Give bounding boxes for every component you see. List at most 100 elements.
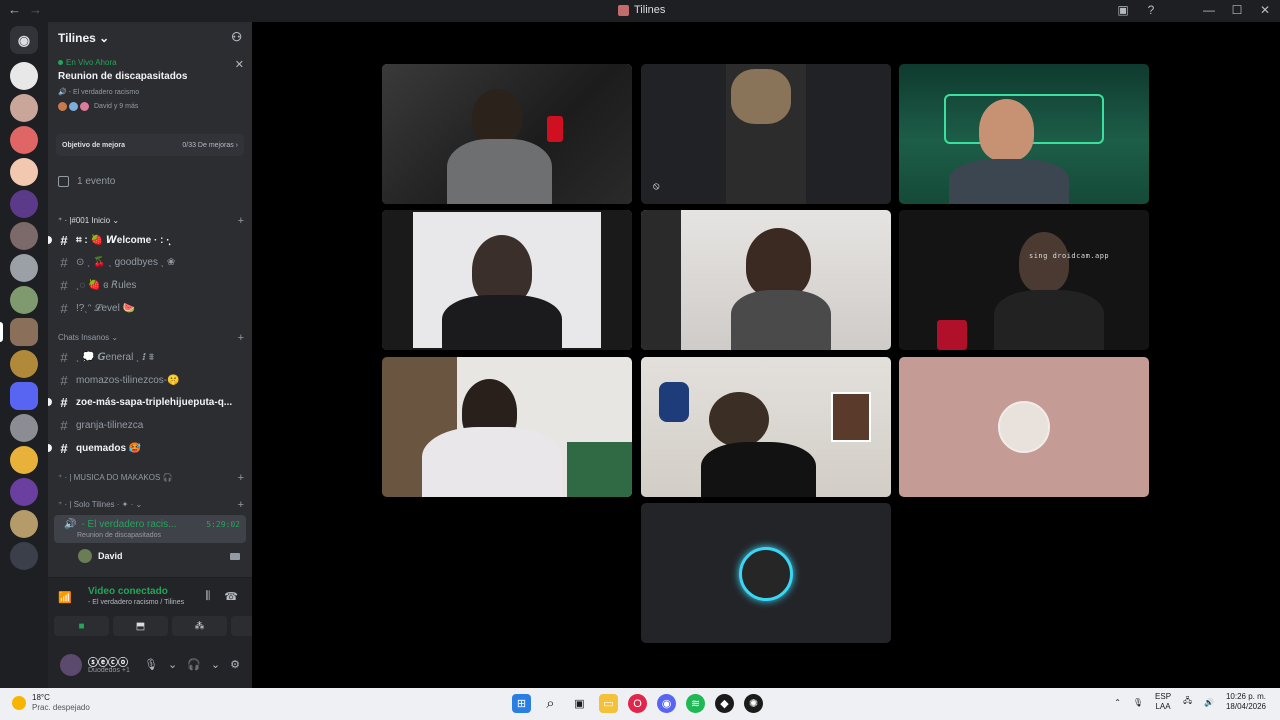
channel-rules[interactable]: # ˎ◌ 🍓 ɞ 𝘙ules	[58, 275, 244, 295]
maximize-button[interactable]: ☐	[1230, 3, 1244, 17]
hash-icon: #	[60, 417, 68, 433]
clock[interactable]: 10:26 p. m. 18/04/2026	[1226, 692, 1266, 712]
video-tile[interactable]	[382, 210, 632, 350]
mic-icon[interactable]: 🎙	[144, 658, 158, 671]
video-tile[interactable]: ⦸	[641, 64, 891, 204]
video-tile[interactable]	[382, 357, 632, 497]
opera-icon[interactable]: O	[628, 694, 647, 713]
server-icon[interactable]	[10, 222, 38, 250]
chevron-down-icon[interactable]: ⌄	[211, 658, 220, 671]
chevron-up-icon[interactable]: ⌃	[1114, 698, 1121, 707]
weather-icon	[12, 696, 26, 710]
headphones-icon[interactable]: 🎧	[187, 658, 201, 671]
app-icon[interactable]: ✺	[744, 694, 763, 713]
voice-event-label: Reunion de discapasitados	[77, 532, 162, 539]
add-channel-icon[interactable]: +	[238, 499, 244, 511]
channel-level[interactable]: # !?ˎᵔ 𝓛evel 🍉	[58, 298, 244, 318]
channel-quemados[interactable]: # quemados 🥵	[48, 438, 244, 458]
server-icon[interactable]	[10, 94, 38, 122]
chevron-down-icon[interactable]: ⌄	[168, 658, 177, 671]
hash-icon: #	[60, 372, 68, 388]
channel-goodbyes[interactable]: # ⊙ ˎ 🍒 ˎ goodbyes ˎ ❀	[58, 252, 244, 272]
mic-icon[interactable]: 🎙	[1133, 698, 1143, 707]
video-tile-avatar[interactable]	[899, 357, 1149, 497]
screen-share-button[interactable]: ⬒	[113, 616, 168, 636]
server-icon[interactable]	[10, 382, 38, 410]
server-icon[interactable]	[10, 542, 38, 570]
back-arrow-icon[interactable]: ←	[8, 2, 21, 17]
channel-granja[interactable]: # granja-tilinezca	[58, 415, 244, 435]
category-solo[interactable]: ⁺ · | Solo Tilines · ✦ · ⌄ +	[58, 499, 244, 511]
inbox-icon[interactable]: ▣	[1116, 3, 1130, 17]
minimize-button[interactable]: —	[1202, 3, 1216, 17]
call-timer: 5:29:02	[206, 520, 240, 529]
category-inicio[interactable]: ⁺ · |#001 Inicio ⌄ +	[58, 215, 244, 227]
server-icon[interactable]	[10, 254, 38, 282]
video-tile[interactable]	[641, 210, 891, 350]
activities-button[interactable]: ⁂	[172, 616, 227, 636]
category-musica[interactable]: ⁺ · | MUSICA DO MAKAKOS 🎧 +	[58, 472, 244, 484]
network-icon[interactable]: 🖧	[1183, 695, 1192, 709]
channel-zoe[interactable]: # zoe-más-sapa-triplehijueputa-q...	[48, 392, 244, 412]
file-explorer-icon[interactable]: ▭	[599, 694, 618, 713]
soundboard-button[interactable]: ✺	[231, 616, 252, 636]
add-channel-icon[interactable]: +	[238, 472, 244, 484]
voice-user[interactable]: David	[78, 549, 240, 563]
server-icon[interactable]	[10, 62, 38, 90]
connection-status[interactable]: Video conectado	[88, 586, 168, 597]
discord-icon[interactable]: ◉	[10, 26, 38, 54]
server-header[interactable]: Tilines ⌄ ⚇	[48, 22, 252, 54]
gear-icon[interactable]: ⚙	[230, 658, 240, 671]
weather-widget[interactable]: 18°C Prac. despejado	[12, 693, 90, 713]
server-icon[interactable]	[10, 318, 38, 346]
event-channel: 🔊 - El verdadero racismo	[58, 89, 140, 96]
boost-goal[interactable]: Objetivo de mejora 0/33 De mejoras ›	[56, 134, 244, 156]
language-indicator[interactable]: ESP LAA	[1155, 692, 1171, 712]
video-tile-avatar[interactable]	[641, 503, 891, 643]
camera-icon: ■	[78, 620, 85, 632]
signal-icon[interactable]: 📶	[58, 591, 72, 604]
volume-icon[interactable]: 🔊	[1204, 698, 1214, 707]
server-icon[interactable]	[10, 350, 38, 378]
hangup-icon[interactable]: ☎	[224, 590, 238, 603]
server-icon[interactable]	[10, 414, 38, 442]
camera-button[interactable]: ■	[54, 616, 109, 636]
channel-momazos[interactable]: # momazos-tilinezcos-🤫	[58, 370, 244, 390]
spotify-icon[interactable]: ≋	[686, 694, 705, 713]
search-icon[interactable]: ⌕	[541, 694, 560, 713]
server-icon[interactable]	[10, 478, 38, 506]
discord-icon[interactable]: ◉	[657, 694, 676, 713]
video-tile[interactable]	[899, 64, 1149, 204]
close-button[interactable]: ✕	[1258, 3, 1272, 17]
add-channel-icon[interactable]: +	[238, 215, 244, 227]
category-chats[interactable]: Chats Insanos ⌄ +	[58, 332, 244, 344]
add-member-icon[interactable]: ⚇	[231, 30, 242, 44]
close-icon[interactable]: ✕	[235, 58, 244, 71]
video-tile[interactable]: sing droidcam.app	[899, 210, 1149, 350]
noise-suppression-icon[interactable]: ⫼	[205, 590, 210, 603]
voice-channel-active[interactable]: 🔊 - El verdadero racis... 5:29:02 Reunion…	[54, 515, 246, 543]
server-icon[interactable]	[10, 510, 38, 538]
windows-start-icon[interactable]: ⊞	[512, 694, 531, 713]
server-icon[interactable]	[10, 126, 38, 154]
server-icon	[618, 4, 629, 16]
window-titlebar: ← → Tilines ▣ ? — ☐ ✕	[0, 0, 1280, 22]
app-icon[interactable]: ◆	[715, 694, 734, 713]
channel-general[interactable]: # ˎ 💭 𝙂eneral ˎ ⁝ ⩩	[58, 347, 244, 367]
server-icon[interactable]	[10, 286, 38, 314]
task-view-icon[interactable]: ▣	[570, 694, 589, 713]
active-server-pill	[0, 322, 3, 342]
add-channel-icon[interactable]: +	[238, 332, 244, 344]
help-icon[interactable]: ?	[1144, 3, 1158, 17]
video-tile[interactable]	[641, 357, 891, 497]
hash-icon: #	[60, 277, 68, 293]
server-icon[interactable]	[10, 158, 38, 186]
video-tile[interactable]	[382, 64, 632, 204]
events-link[interactable]: 1 evento	[58, 176, 115, 187]
live-event-card[interactable]: En Vivo Ahora ✕ Reunion de discapasitado…	[58, 58, 244, 111]
server-icon[interactable]	[10, 190, 38, 218]
server-icon[interactable]	[10, 446, 38, 474]
forward-arrow-icon[interactable]: →	[29, 2, 42, 17]
avatar[interactable]	[60, 654, 82, 676]
channel-welcome[interactable]: # ⌗ : 🍓 𝙒elcome · : ·̩͙	[48, 230, 244, 250]
